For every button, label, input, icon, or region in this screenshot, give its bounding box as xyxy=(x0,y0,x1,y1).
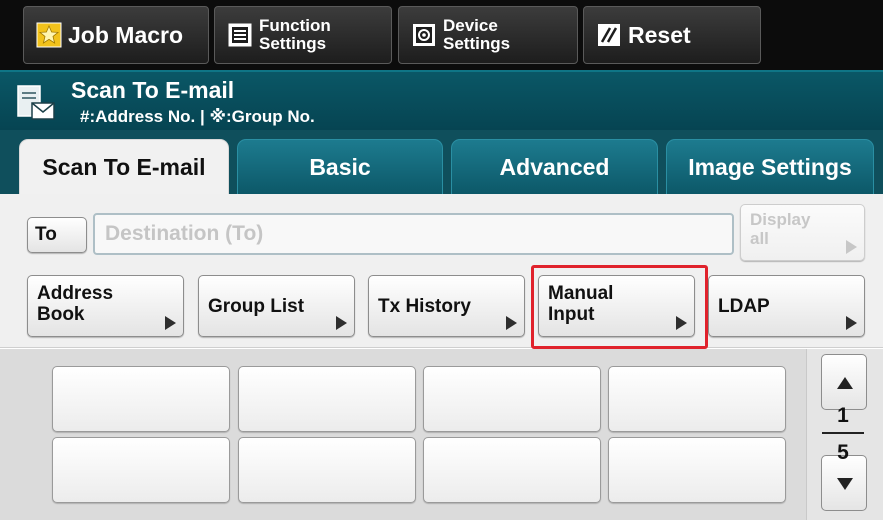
current-page: 1 xyxy=(837,404,849,427)
arrow-up-icon xyxy=(837,377,853,389)
arrow-down-icon xyxy=(837,478,853,490)
list-slot[interactable] xyxy=(52,366,230,432)
device-settings-button[interactable]: Device Settings xyxy=(398,6,578,64)
tab-image-settings[interactable]: Image Settings xyxy=(666,139,874,194)
page-up-button[interactable] xyxy=(821,354,867,410)
destination-list-grid xyxy=(0,349,883,520)
arrow-right-icon xyxy=(506,316,517,330)
device-settings-label-2: Settings xyxy=(443,34,511,53)
group-list-label: Group List xyxy=(208,295,305,317)
total-pages: 5 xyxy=(837,441,849,464)
list-slot[interactable] xyxy=(423,366,601,432)
scan-to-email-icon xyxy=(17,85,55,120)
display-all-label-1: Display xyxy=(750,210,811,229)
destination-placeholder: Destination (To) xyxy=(105,222,264,245)
job-macro-button[interactable]: Job Macro xyxy=(23,6,209,64)
ldap-label: LDAP xyxy=(718,295,770,317)
destination-panel: To Destination (To) Display all Address … xyxy=(0,194,883,348)
tx-history-button[interactable]: Tx History xyxy=(368,275,525,337)
list-slot[interactable] xyxy=(608,366,786,432)
manual-input-label-1: Manual xyxy=(548,283,614,304)
star-icon xyxy=(36,22,62,48)
screen-header: Scan To E-mail #:Address No. | ※:Group N… xyxy=(0,70,883,130)
reset-label: Reset xyxy=(628,21,691,48)
reset-button[interactable]: Reset xyxy=(583,6,761,64)
tab-advanced[interactable]: Advanced xyxy=(451,139,658,194)
list-slot[interactable] xyxy=(608,437,786,503)
function-settings-label-1: Function xyxy=(259,16,331,35)
tx-history-label: Tx History xyxy=(378,295,471,317)
top-toolbar: Job Macro Function Settings Device Setti… xyxy=(0,0,883,70)
display-all-button[interactable]: Display all xyxy=(740,204,865,261)
job-macro-label: Job Macro xyxy=(68,21,184,48)
address-book-label-2: Book xyxy=(37,304,85,325)
function-settings-icon xyxy=(228,23,252,47)
list-slot[interactable] xyxy=(238,366,416,432)
tab-basic[interactable]: Basic xyxy=(237,139,443,194)
ldap-button[interactable]: LDAP xyxy=(708,275,865,337)
group-list-button[interactable]: Group List xyxy=(198,275,355,337)
device-settings-icon xyxy=(413,24,435,46)
tab-bar: Scan To E-mail Basic Advanced Image Sett… xyxy=(0,130,883,195)
arrow-right-icon xyxy=(846,240,857,254)
destination-field[interactable]: Destination (To) xyxy=(93,213,734,255)
page-divider xyxy=(822,432,864,434)
to-button[interactable]: To xyxy=(27,217,87,253)
to-label: To xyxy=(35,224,57,245)
page-subtitle: #:Address No. | ※:Group No. xyxy=(80,107,315,126)
list-slot[interactable] xyxy=(52,437,230,503)
function-settings-button[interactable]: Function Settings xyxy=(214,6,392,64)
function-settings-label-2: Settings xyxy=(259,34,327,53)
page-scroller xyxy=(806,349,883,520)
device-settings-label-1: Device xyxy=(443,16,498,35)
reset-icon xyxy=(598,24,620,46)
page-title: Scan To E-mail xyxy=(71,77,235,103)
arrow-right-icon xyxy=(846,316,857,330)
tab-scan-to-email[interactable]: Scan To E-mail xyxy=(19,139,229,195)
arrow-right-icon xyxy=(336,316,347,330)
address-book-label-1: Address xyxy=(37,283,114,304)
manual-input-button[interactable]: Manual Input xyxy=(538,275,695,337)
arrow-right-icon xyxy=(676,316,687,330)
arrow-right-icon xyxy=(165,316,176,330)
list-slot[interactable] xyxy=(423,437,601,503)
address-book-button[interactable]: Address Book xyxy=(27,275,184,337)
list-slot[interactable] xyxy=(238,437,416,503)
manual-input-label-2: Input xyxy=(548,304,595,325)
